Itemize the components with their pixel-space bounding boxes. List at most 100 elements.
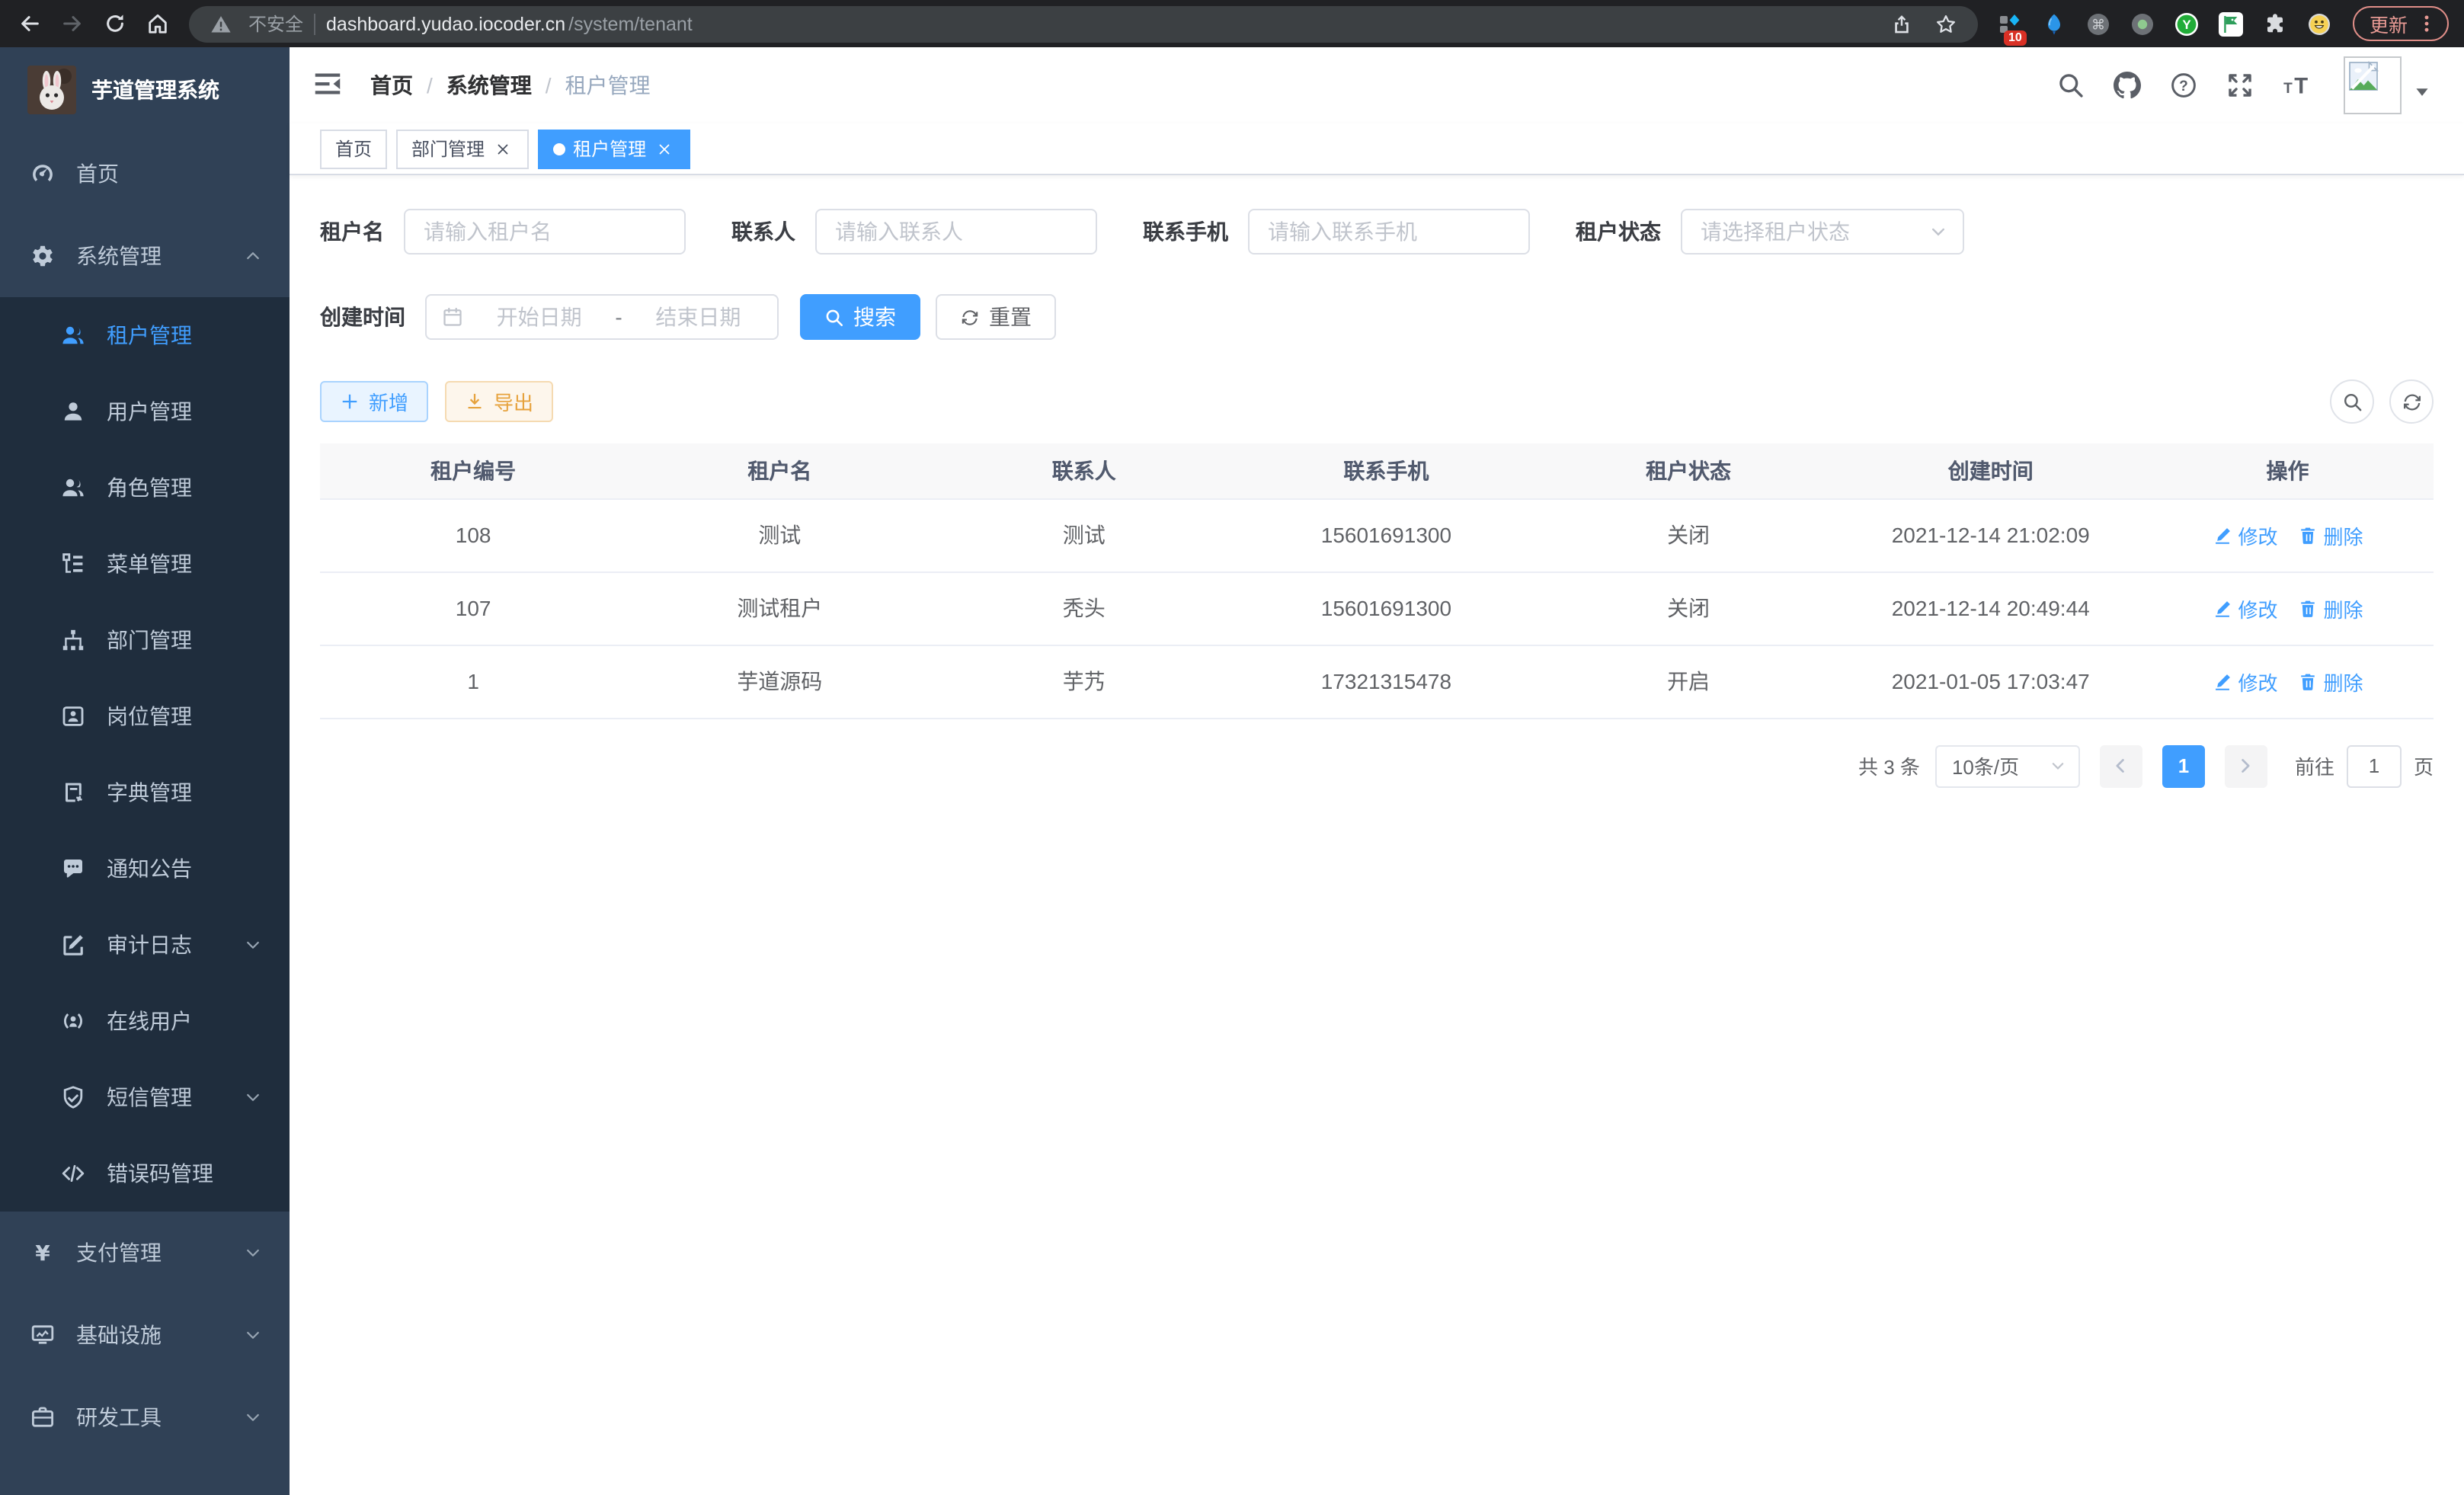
edit-link-label: 修改 — [2238, 594, 2278, 623]
extension-y-icon[interactable]: Y — [2170, 7, 2203, 40]
table-row: 107测试租户秃头15601691300关闭2021-12-14 20:49:4… — [320, 571, 2434, 645]
app-logo-row[interactable]: 芋道管理系统 — [0, 47, 290, 133]
browser-reload-icon[interactable] — [94, 4, 134, 43]
reset-button-label: 重置 — [989, 302, 1032, 332]
start-date-placeholder: 开始日期 — [475, 302, 603, 332]
sidebar-item-15[interactable]: 基础设施 — [0, 1294, 290, 1376]
sidebar-item-12[interactable]: 短信管理 — [0, 1059, 290, 1135]
sidebar-item-14[interactable]: ¥支付管理 — [0, 1212, 290, 1294]
extension-emoji-icon[interactable] — [2302, 7, 2336, 40]
extension-puzzle-icon[interactable] — [2258, 7, 2292, 40]
url-path[interactable]: /system/tenant — [568, 13, 693, 34]
delete-link-label: 删除 — [2324, 594, 2363, 623]
sidebar-item-13[interactable]: 错误码管理 — [0, 1135, 290, 1212]
goto-page-input[interactable] — [2347, 744, 2402, 787]
table-row: 1芋道源码芋艿17321315478开启2021-01-05 17:03:47修… — [320, 645, 2434, 718]
edit-link-label: 修改 — [2238, 667, 2278, 696]
reset-button[interactable]: 重置 — [936, 294, 1056, 340]
row-delete-link[interactable]: 删除 — [2298, 520, 2363, 549]
font-size-icon[interactable]: TT — [2281, 70, 2312, 101]
prev-page-button[interactable] — [2100, 744, 2142, 787]
chevron-down-icon — [2050, 757, 2066, 774]
column-header-6: 操作 — [2142, 443, 2434, 498]
address-bar[interactable]: 不安全 dashboard.yudao.iocoder.cn/system/te… — [189, 5, 1978, 42]
menu-tree-icon — [61, 552, 85, 576]
sidebar-item-16[interactable]: 研发工具 — [0, 1376, 290, 1458]
tab-close-icon[interactable] — [492, 138, 514, 159]
share-icon[interactable] — [1885, 7, 1918, 40]
extension-command-icon[interactable]: ⌘ — [2082, 7, 2115, 40]
tab-2[interactable]: 租户管理 — [538, 129, 690, 168]
refresh-table-button[interactable] — [2389, 379, 2434, 424]
url-host[interactable]: dashboard.yudao.iocoder.cn — [326, 13, 565, 34]
export-button[interactable]: 导出 — [445, 381, 553, 422]
sidebar: 芋道管理系统 首页系统管理租户管理用户管理角色管理菜单管理部门管理岗位管理字典管… — [0, 47, 290, 1495]
cell-created: 2021-12-14 21:02:09 — [1839, 498, 2142, 571]
sidebar-item-9[interactable]: 通知公告 — [0, 831, 290, 907]
date-separator: - — [615, 305, 622, 329]
breadcrumb-home[interactable]: 首页 — [370, 70, 413, 101]
browser-forward-icon[interactable] — [52, 4, 91, 43]
row-edit-link[interactable]: 修改 — [2213, 594, 2278, 623]
sidebar-item-label: 审计日志 — [107, 930, 222, 960]
sidebar-item-8[interactable]: 字典管理 — [0, 754, 290, 831]
sidebar-item-7[interactable]: 岗位管理 — [0, 678, 290, 754]
phone-label: 联系手机 — [1143, 216, 1228, 247]
security-label[interactable]: 不安全 — [248, 11, 303, 37]
sidebar-item-5[interactable]: 菜单管理 — [0, 526, 290, 602]
delete-link-label: 删除 — [2324, 520, 2363, 549]
header-search-icon[interactable] — [2056, 70, 2086, 101]
status-select[interactable]: 请选择租户状态 — [1681, 209, 1964, 255]
tab-close-icon[interactable] — [654, 138, 675, 159]
sidebar-item-label: 系统管理 — [76, 241, 222, 271]
tenant-name-input[interactable] — [404, 209, 686, 255]
phone-input[interactable] — [1248, 209, 1530, 255]
sidebar-collapse-icon[interactable] — [312, 69, 346, 102]
chevron-down-icon — [244, 1088, 262, 1106]
sidebar-item-3[interactable]: 用户管理 — [0, 373, 290, 450]
extension-flag-icon[interactable] — [2214, 7, 2248, 40]
row-edit-link[interactable]: 修改 — [2213, 520, 2278, 549]
extension-tabs-icon[interactable]: 10 — [1993, 7, 2027, 40]
extension-balloon-icon[interactable] — [2037, 7, 2071, 40]
date-range-picker[interactable]: 开始日期 - 结束日期 — [425, 294, 779, 340]
search-button[interactable]: 搜索 — [800, 294, 920, 340]
breadcrumb-system[interactable]: 系统管理 — [446, 70, 532, 101]
table-row: 108测试测试15601691300关闭2021-12-14 21:02:09修… — [320, 498, 2434, 571]
page-number-1[interactable]: 1 — [2162, 744, 2205, 787]
tab-1[interactable]: 部门管理 — [396, 129, 529, 168]
user-menu[interactable] — [2344, 56, 2430, 114]
page-size-select[interactable]: 10条/页 — [1935, 744, 2080, 787]
security-warning-icon — [204, 7, 238, 40]
row-delete-link[interactable]: 删除 — [2298, 594, 2363, 623]
tab-0[interactable]: 首页 — [320, 129, 387, 168]
github-icon[interactable] — [2112, 70, 2142, 101]
sidebar-item-6[interactable]: 部门管理 — [0, 602, 290, 678]
help-icon[interactable]: ? — [2168, 70, 2199, 101]
app-title: 芋道管理系统 — [91, 75, 219, 105]
add-button[interactable]: 新增 — [320, 381, 428, 422]
sidebar-item-10[interactable]: 审计日志 — [0, 907, 290, 983]
org-tree-icon — [61, 628, 85, 652]
row-delete-link[interactable]: 删除 — [2298, 667, 2363, 696]
bookmark-star-icon[interactable] — [1929, 7, 1963, 40]
dev-tools-icon — [30, 1405, 55, 1429]
sidebar-item-1[interactable]: 系统管理 — [0, 215, 290, 297]
row-edit-link[interactable]: 修改 — [2213, 667, 2278, 696]
cell-status: 关闭 — [1538, 498, 1840, 571]
browser-update-button[interactable]: 更新 — [2353, 6, 2449, 41]
browser-home-icon[interactable] — [137, 4, 177, 43]
extension-record-icon[interactable] — [2126, 7, 2159, 40]
browser-back-icon[interactable] — [9, 4, 49, 43]
sidebar-item-4[interactable]: 角色管理 — [0, 450, 290, 526]
avatar[interactable] — [2344, 56, 2402, 114]
toggle-search-button[interactable] — [2330, 379, 2374, 424]
sidebar-item-label: 基础设施 — [76, 1320, 222, 1350]
next-page-button[interactable] — [2225, 744, 2267, 787]
sidebar-item-0[interactable]: 首页 — [0, 133, 290, 215]
cell-name: 测试租户 — [626, 571, 933, 645]
sidebar-item-11[interactable]: 在线用户 — [0, 983, 290, 1059]
fullscreen-icon[interactable] — [2225, 70, 2255, 101]
sidebar-item-2[interactable]: 租户管理 — [0, 297, 290, 373]
contact-input[interactable] — [815, 209, 1097, 255]
